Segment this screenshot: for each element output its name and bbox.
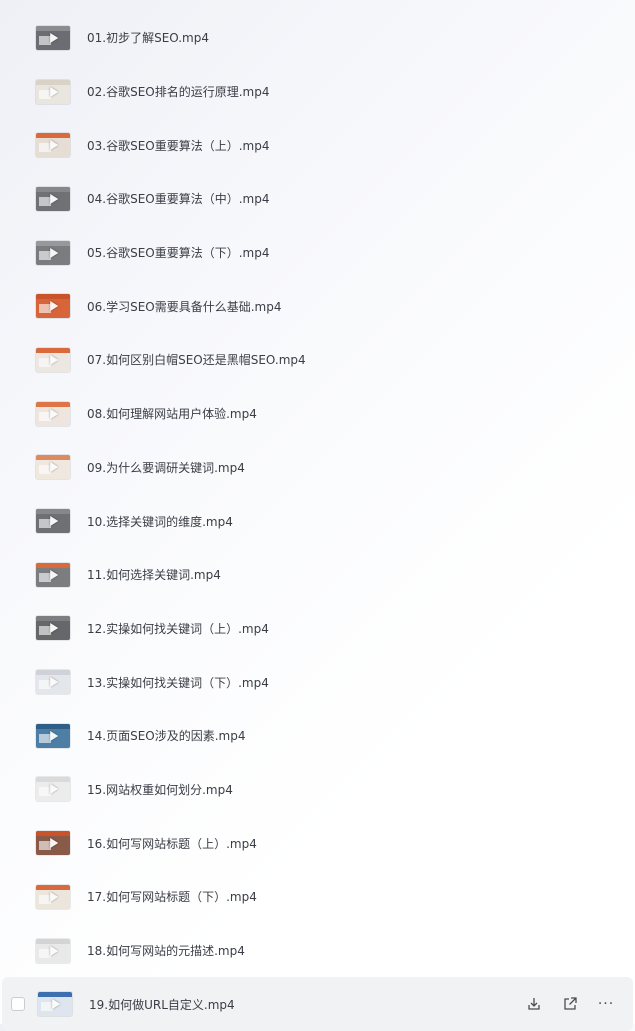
- file-row[interactable]: 08.如何理解网站用户体验.mp4: [0, 387, 635, 441]
- file-name[interactable]: 05.谷歌SEO重要算法（下）.mp4: [87, 244, 270, 261]
- file-name[interactable]: 17.如何写网站标题（下）.mp4: [87, 888, 257, 905]
- video-thumbnail: [36, 294, 70, 319]
- file-name[interactable]: 12.实操如何找关键词（上）.mp4: [87, 620, 269, 637]
- file-name[interactable]: 04.谷歌SEO重要算法（中）.mp4: [87, 190, 270, 207]
- play-icon: [50, 86, 59, 97]
- file-row[interactable]: 19.如何做URL自定义.mp4 ···: [2, 977, 633, 1031]
- file-name[interactable]: 08.如何理解网站用户体验.mp4: [87, 405, 257, 422]
- play-icon: [50, 891, 59, 902]
- play-icon: [50, 730, 59, 741]
- row-checkbox[interactable]: [11, 997, 25, 1012]
- video-thumbnail: [36, 347, 70, 372]
- play-icon: [50, 32, 59, 43]
- play-icon: [50, 945, 59, 956]
- play-icon: [50, 140, 59, 151]
- video-thumbnail: [36, 401, 70, 426]
- video-thumbnail: [36, 777, 70, 802]
- play-icon: [50, 193, 59, 204]
- play-icon: [50, 462, 59, 473]
- file-name[interactable]: 16.如何写网站标题（上）.mp4: [87, 835, 257, 852]
- file-row[interactable]: 01.初步了解SEO.mp4: [0, 11, 635, 65]
- file-row[interactable]: 05.谷歌SEO重要算法（下）.mp4: [0, 226, 635, 280]
- video-thumbnail: [36, 186, 70, 211]
- file-name[interactable]: 15.网站权重如何划分.mp4: [87, 781, 233, 798]
- video-thumbnail: [36, 455, 70, 480]
- play-icon: [50, 623, 59, 634]
- play-icon: [50, 247, 59, 258]
- play-icon: [50, 354, 59, 365]
- video-thumbnail: [36, 670, 70, 695]
- file-row[interactable]: 02.谷歌SEO排名的运行原理.mp4: [0, 65, 635, 119]
- play-icon: [50, 516, 59, 527]
- file-row[interactable]: 15.网站权重如何划分.mp4: [0, 763, 635, 817]
- video-thumbnail: [36, 240, 70, 265]
- video-thumbnail: [36, 133, 70, 158]
- video-thumbnail: [36, 25, 70, 50]
- file-name[interactable]: 09.为什么要调研关键词.mp4: [87, 459, 245, 476]
- video-thumbnail: [36, 509, 70, 534]
- video-thumbnail: [36, 831, 70, 856]
- file-row[interactable]: 03.谷歌SEO重要算法（上）.mp4: [0, 118, 635, 172]
- file-row[interactable]: 10.选择关键词的维度.mp4: [0, 494, 635, 548]
- video-thumbnail: [36, 79, 70, 104]
- file-row[interactable]: 17.如何写网站标题（下）.mp4: [0, 870, 635, 924]
- file-name[interactable]: 11.如何选择关键词.mp4: [87, 566, 221, 583]
- file-row[interactable]: 06.学习SEO需要具备什么基础.mp4: [0, 279, 635, 333]
- file-name[interactable]: 19.如何做URL自定义.mp4: [89, 996, 235, 1013]
- file-name[interactable]: 14.页面SEO涉及的因素.mp4: [87, 727, 246, 744]
- video-thumbnail: [36, 884, 70, 909]
- file-list: 01.初步了解SEO.mp4 02.谷歌SEO排名的运行原理.mp4 03.谷歌SE…: [0, 0, 635, 1031]
- row-actions: ···: [525, 995, 615, 1013]
- file-row[interactable]: 04.谷歌SEO重要算法（中）.mp4: [0, 172, 635, 226]
- play-icon: [50, 677, 59, 688]
- file-name[interactable]: 01.初步了解SEO.mp4: [87, 29, 209, 46]
- file-name[interactable]: 10.选择关键词的维度.mp4: [87, 513, 233, 530]
- play-icon: [50, 838, 59, 849]
- file-name[interactable]: 13.实操如何找关键词（下）.mp4: [87, 674, 269, 691]
- file-name[interactable]: 06.学习SEO需要具备什么基础.mp4: [87, 298, 282, 315]
- play-icon: [50, 569, 59, 580]
- file-row[interactable]: 14.页面SEO涉及的因素.mp4: [0, 709, 635, 763]
- file-row[interactable]: 09.为什么要调研关键词.mp4: [0, 441, 635, 495]
- play-icon: [50, 301, 59, 312]
- file-name[interactable]: 18.如何写网站的元描述.mp4: [87, 942, 245, 959]
- file-row[interactable]: 18.如何写网站的元描述.mp4: [0, 924, 635, 978]
- file-name[interactable]: 03.谷歌SEO重要算法（上）.mp4: [87, 137, 270, 154]
- download-icon[interactable]: [525, 995, 543, 1013]
- play-icon: [50, 408, 59, 419]
- video-thumbnail: [36, 938, 70, 963]
- share-icon[interactable]: [561, 995, 579, 1013]
- file-row[interactable]: 16.如何写网站标题（上）.mp4: [0, 816, 635, 870]
- video-thumbnail: [36, 562, 70, 587]
- file-name[interactable]: 02.谷歌SEO排名的运行原理.mp4: [87, 83, 270, 100]
- file-name[interactable]: 07.如何区别白帽SEO还是黑帽SEO.mp4: [87, 351, 306, 368]
- file-row[interactable]: 11.如何选择关键词.mp4: [0, 548, 635, 602]
- more-icon[interactable]: ···: [597, 995, 615, 1013]
- file-row[interactable]: 07.如何区别白帽SEO还是黑帽SEO.mp4: [0, 333, 635, 387]
- video-thumbnail: [38, 992, 72, 1017]
- file-row[interactable]: 13.实操如何找关键词（下）.mp4: [0, 655, 635, 709]
- file-row[interactable]: 12.实操如何找关键词（上）.mp4: [0, 602, 635, 656]
- play-icon: [52, 999, 61, 1010]
- play-icon: [50, 784, 59, 795]
- video-thumbnail: [36, 723, 70, 748]
- video-thumbnail: [36, 616, 70, 641]
